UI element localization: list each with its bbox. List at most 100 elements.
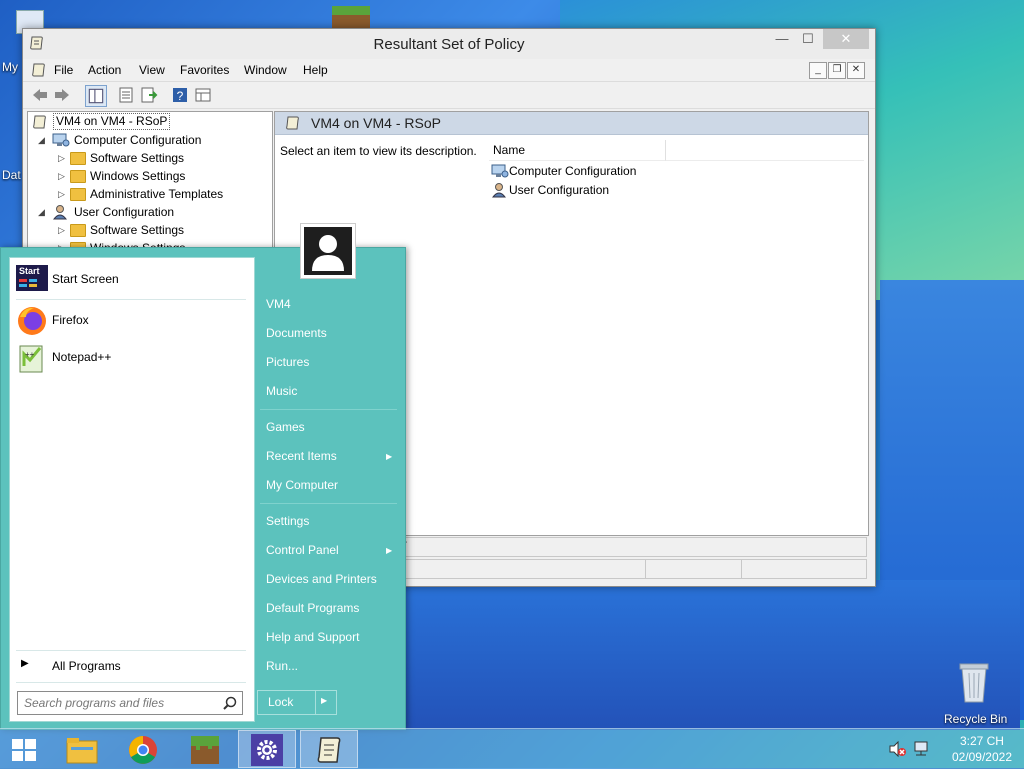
tree-item-user-software-settings[interactable]: ▷ Software Settings	[56, 221, 268, 239]
gear-icon	[257, 740, 277, 760]
wallpaper-panel	[400, 580, 1020, 730]
export-list-icon[interactable]	[140, 86, 158, 104]
mdi-restore-button[interactable]: ❐	[828, 62, 846, 79]
start-item-games[interactable]: Games	[266, 420, 305, 434]
pinned-start-screen[interactable]: Start Start Screen	[16, 262, 248, 298]
start-item-recent-items[interactable]: Recent Items	[266, 449, 337, 463]
tree-item-computer-configuration[interactable]: ◢ Computer Configuration	[36, 131, 268, 149]
help-icon[interactable]: ?	[171, 86, 189, 104]
taskbar: 3:27 CH 02/09/2022	[0, 728, 1024, 769]
menu-window[interactable]: Window	[244, 63, 287, 77]
collapse-arrow-icon[interactable]: ▷	[58, 167, 65, 185]
all-programs-button[interactable]: ▶ All Programs	[16, 656, 248, 676]
mmc-document-icon[interactable]	[31, 62, 47, 78]
lock-divider	[315, 691, 316, 714]
taskbar-minecraft[interactable]	[176, 730, 234, 768]
menu-view[interactable]: View	[139, 63, 165, 77]
folder-icon	[70, 170, 86, 183]
forward-arrow-icon[interactable]	[53, 86, 71, 104]
show-hide-tree-icon[interactable]	[85, 85, 107, 107]
column-header-name[interactable]: Name	[489, 140, 666, 161]
desktop-label[interactable]: Dat	[2, 168, 21, 182]
start-screen-icon: Start	[16, 265, 48, 291]
start-item-settings[interactable]: Settings	[266, 514, 309, 528]
separator	[16, 299, 246, 300]
column-header-filler	[666, 140, 864, 161]
programs-list: Start Start Screen Firefox ++ Notepad++ …	[9, 257, 255, 722]
list-item-label: User Configuration	[509, 183, 610, 197]
properties-icon[interactable]	[117, 86, 135, 104]
tree-item-user-configuration[interactable]: ◢ User Configuration	[36, 203, 268, 221]
tree-item-label: VM4 on VM4 - RSoP	[53, 113, 171, 130]
start-item-default-programs[interactable]: Default Programs	[266, 601, 359, 615]
menu-help[interactable]: Help	[303, 63, 328, 77]
details-view-icon[interactable]	[194, 86, 212, 104]
tree-item-root[interactable]: VM4 on VM4 - RSoP	[32, 113, 268, 131]
tree-item-software-settings[interactable]: ▷ Software Settings	[56, 149, 268, 167]
taskbar-chrome[interactable]	[114, 730, 172, 768]
list-item-label: Computer Configuration	[509, 164, 637, 178]
all-programs-label: All Programs	[52, 659, 121, 673]
menu-action[interactable]: Action	[88, 63, 121, 77]
menu-file[interactable]: File	[54, 63, 73, 77]
list-item-computer-configuration[interactable]: Computer Configuration	[491, 162, 671, 180]
lock-button[interactable]: Lock ▶	[257, 690, 337, 715]
start-item-devices-and-printers[interactable]: Devices and Printers	[266, 572, 377, 586]
desktop-label[interactable]: My	[2, 60, 18, 74]
start-item-vm4[interactable]: VM4	[266, 297, 291, 311]
menu-favorites[interactable]: Favorites	[180, 63, 229, 77]
power-options-arrow-icon[interactable]: ▶	[321, 696, 327, 705]
taskbar-rsop[interactable]	[300, 730, 358, 768]
start-item-control-panel[interactable]: Control Panel	[266, 543, 339, 557]
user-avatar[interactable]	[300, 223, 356, 279]
collapse-arrow-icon[interactable]: ▷	[58, 185, 65, 203]
maximize-button[interactable]: ☐	[795, 29, 821, 49]
expand-arrow-icon[interactable]: ◢	[38, 203, 45, 221]
rsop-scroll-icon	[317, 737, 341, 763]
start-item-run[interactable]: Run...	[266, 659, 298, 673]
rsop-icon	[33, 115, 46, 129]
tree-item-windows-settings[interactable]: ▷ Windows Settings	[56, 167, 268, 185]
search-input[interactable]: Search programs and files	[17, 691, 243, 715]
system-clock[interactable]: 3:27 CH 02/09/2022	[952, 733, 1012, 765]
user-config-icon	[52, 205, 68, 220]
taskbar-file-explorer[interactable]	[54, 730, 112, 768]
back-arrow-icon[interactable]	[31, 86, 49, 104]
expand-arrow-icon[interactable]: ◢	[38, 131, 45, 149]
lock-label: Lock	[268, 695, 294, 709]
start-button[interactable]	[0, 730, 48, 768]
tree-item-label: Windows Settings	[90, 169, 186, 183]
collapse-arrow-icon[interactable]: ▷	[58, 149, 65, 167]
start-item-my-computer[interactable]: My Computer	[266, 478, 338, 492]
close-button[interactable]: ✕	[823, 29, 869, 49]
firefox-icon	[18, 307, 46, 335]
list-item-user-configuration[interactable]: User Configuration	[491, 181, 671, 199]
mdi-minimize-button[interactable]: _	[809, 62, 827, 79]
tree-item-administrative-templates[interactable]: ▷ Administrative Templates	[56, 185, 268, 203]
start-item-help-and-support[interactable]: Help and Support	[266, 630, 359, 644]
taskbar-settings[interactable]	[238, 730, 296, 768]
title-bar[interactable]: Resultant Set of Policy — ☐ ✕	[23, 29, 875, 59]
computer-config-icon	[491, 164, 509, 178]
start-item-pictures[interactable]: Pictures	[266, 355, 309, 369]
clock-time: 3:27 CH	[959, 734, 1004, 748]
result-pane-header: VM4 on VM4 - RSoP	[275, 112, 868, 135]
recycle-bin-icon[interactable]	[955, 660, 993, 704]
start-item-documents[interactable]: Documents	[266, 326, 327, 340]
collapse-arrow-icon[interactable]: ▷	[58, 221, 65, 239]
svg-text:?: ?	[177, 89, 184, 103]
recycle-bin-label[interactable]: Recycle Bin	[944, 712, 1007, 726]
pinned-notepad-plus-plus[interactable]: ++ Notepad++	[16, 340, 248, 376]
pinned-firefox[interactable]: Firefox	[16, 303, 248, 339]
separator	[16, 650, 246, 651]
start-item-music[interactable]: Music	[266, 384, 297, 398]
windows-logo-icon	[12, 739, 36, 761]
svg-text:++: ++	[25, 350, 35, 359]
computer-config-icon	[52, 133, 70, 147]
mdi-close-button[interactable]: ✕	[847, 62, 865, 79]
minimize-button[interactable]: —	[769, 29, 795, 49]
minecraft-desktop-icon[interactable]	[332, 6, 370, 28]
volume-muted-icon[interactable]	[888, 741, 906, 757]
network-icon[interactable]	[912, 740, 930, 758]
search-icon[interactable]	[223, 696, 237, 710]
